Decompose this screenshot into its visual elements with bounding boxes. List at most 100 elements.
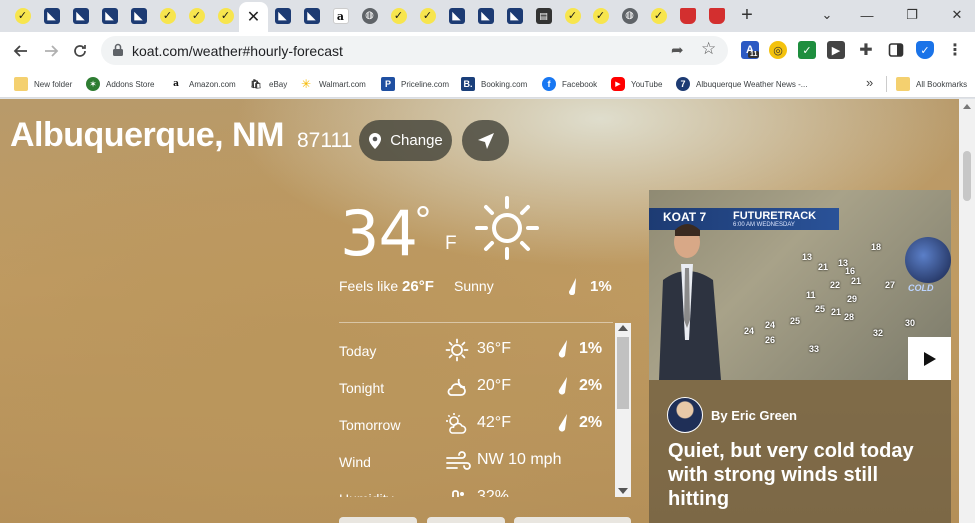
tab-25[interactable] — [702, 4, 731, 28]
all-bookmarks-button[interactable]: All Bookmarks — [896, 75, 967, 93]
extension-honey-icon[interactable]: ◎ — [769, 41, 787, 59]
bookmark-koat[interactable]: 7 Albuquerque Weather News -... — [676, 75, 807, 93]
sun-icon — [475, 196, 539, 260]
scroll-down-arrow-icon[interactable] — [618, 488, 628, 494]
extensions-puzzle-icon[interactable]: ✚ — [857, 41, 875, 59]
extension-check-icon[interactable]: ✓ — [798, 41, 816, 59]
change-label: Change — [390, 132, 443, 149]
tab-11[interactable]: ◣ — [297, 4, 326, 28]
bookmark-amz[interactable]: a Amazon.com — [169, 75, 236, 93]
bookmark-label: Priceline.com — [401, 79, 450, 89]
raindrop-icon — [557, 413, 569, 436]
reload-button[interactable] — [68, 39, 92, 63]
tab-5[interactable]: ◣ — [124, 4, 153, 28]
tab-4[interactable]: ◣ — [95, 4, 124, 28]
bookmark-ebay[interactable]: 🛍 eBay — [249, 75, 287, 93]
tab-12[interactable]: a — [326, 4, 355, 28]
shield-favicon-icon — [708, 8, 725, 24]
tab-20[interactable]: ✓ — [558, 4, 587, 28]
all-bookmarks-label: All Bookmarks — [916, 79, 968, 89]
news-favicon-icon: ◣ — [448, 8, 465, 24]
video-card[interactable]: KOAT 7 FUTURETRACK 6:00 AM WEDNESDAY COL… — [649, 190, 951, 523]
news-favicon-icon: ◣ — [274, 8, 291, 24]
minimize-button[interactable]: — — [852, 4, 882, 26]
tab-22[interactable]: ◍ — [615, 4, 644, 28]
bookmark-booking[interactable]: B. Booking.com — [461, 75, 527, 93]
bookmark-priceline[interactable]: P Priceline.com — [381, 75, 449, 93]
tab-23[interactable]: ✓ — [644, 4, 673, 28]
bookmark-fb[interactable]: f Facebook — [542, 75, 597, 93]
forecast-tab-button-2[interactable] — [427, 517, 505, 523]
bookmark-yt[interactable]: ▶ YouTube — [611, 75, 662, 93]
tab-3[interactable]: ◣ — [66, 4, 95, 28]
tab-14[interactable]: ✓ — [384, 4, 413, 28]
tab-1[interactable]: ✓ — [8, 4, 37, 28]
booking-icon: B. — [461, 77, 475, 91]
video-title: FUTURETRACK — [733, 210, 817, 222]
tab-10[interactable]: ◣ — [268, 4, 297, 28]
extension-translate-icon[interactable]: A 11 — [741, 41, 760, 59]
browser-menu-icon[interactable]: ⋮ — [946, 41, 964, 59]
raindrop-icon — [557, 339, 569, 362]
tab-6[interactable]: ✓ — [153, 4, 182, 28]
forecast-precip: 2% — [579, 377, 603, 394]
map-temperature-label: 21 — [851, 276, 862, 286]
use-my-location-button[interactable] — [462, 120, 509, 161]
scroll-thumb[interactable] — [617, 337, 629, 409]
news-favicon-icon: ◣ — [43, 8, 60, 24]
forecast-tab-button-1[interactable] — [339, 517, 417, 523]
tab-8[interactable]: ✓ — [211, 4, 240, 28]
maximize-button[interactable]: ❐ — [897, 4, 927, 26]
tab-active[interactable]: ✕ — [239, 2, 268, 32]
tab-18[interactable]: ◣ — [500, 4, 529, 28]
scroll-up-arrow-icon[interactable] — [618, 325, 628, 331]
tab-7[interactable]: ✓ — [182, 4, 211, 28]
page-scroll-thumb[interactable] — [963, 151, 971, 201]
tab-24[interactable] — [673, 4, 702, 28]
bookmark-star-icon[interactable]: ☆ — [701, 39, 716, 59]
tab-19[interactable]: ▤ — [529, 4, 558, 28]
tab-16[interactable]: ◣ — [442, 4, 471, 28]
checkmark-favicon-icon: ✓ — [217, 8, 234, 24]
tab-2[interactable]: ◣ — [37, 4, 66, 28]
bookmark-walmart[interactable]: ✳ Walmart.com — [299, 75, 366, 93]
ebay-icon: 🛍 — [249, 77, 263, 91]
tab-15[interactable]: ✓ — [413, 4, 442, 28]
page-scrollbar[interactable] — [959, 99, 975, 523]
address-bar[interactable]: koat.com/weather#hourly-forecast ➦ ☆ — [101, 36, 728, 65]
tab-21[interactable]: ✓ — [586, 4, 615, 28]
play-button[interactable] — [908, 337, 951, 380]
close-tab-icon[interactable]: ✕ — [247, 7, 260, 27]
forward-button[interactable] — [39, 39, 63, 63]
forecast-list[interactable]: Today 36°F 1% Tonight 20°F 2% Tomorrow 42°F 2% Wi… — [339, 323, 631, 497]
sun-icon — [445, 338, 469, 365]
extension-video-icon[interactable]: ▶ — [827, 41, 845, 59]
forecast-scrollbar[interactable] — [615, 323, 631, 497]
page-scroll-up-icon[interactable] — [963, 104, 971, 109]
share-icon[interactable]: ➦ — [671, 41, 684, 59]
bookmarks-more-icon[interactable]: » — [866, 75, 873, 90]
change-location-button[interactable]: Change — [359, 120, 452, 161]
extension-shield-icon[interactable]: ✓ — [916, 41, 934, 59]
tab-search-icon[interactable]: ⌄ — [812, 4, 842, 26]
article-headline[interactable]: Quiet, but very cold today with strong w… — [668, 439, 938, 511]
side-panel-icon[interactable] — [887, 41, 905, 59]
back-button[interactable] — [9, 39, 33, 63]
bookmark-green[interactable]: ✶ Addons Store — [86, 75, 154, 93]
new-tab-button[interactable]: + — [736, 4, 758, 26]
partly-sunny-icon — [445, 412, 469, 439]
map-temperature-label: 22 — [830, 280, 841, 290]
tab-13[interactable]: ◍ — [355, 4, 384, 28]
amazon-icon: a — [332, 8, 349, 24]
bookmark-folder[interactable]: New folder — [14, 75, 72, 93]
city-name: Albuquerque, NM — [10, 116, 284, 154]
forecast-value: 42°F — [477, 414, 511, 431]
article-byline: By Eric Green — [667, 397, 797, 433]
tab-17[interactable]: ◣ — [471, 4, 500, 28]
tab-strip: ✓ ◣ ◣ ◣ ◣ ✓ ✓ ✓ ✕ ◣ ◣ a ◍ ✓ ✓ ◣ ◣ ◣ ▤ ✓ ✓ ◍ ✓ + ⌄ — ❐ ✕ — [0, 0, 975, 32]
video-player[interactable]: KOAT 7 FUTURETRACK 6:00 AM WEDNESDAY COL… — [649, 190, 951, 380]
forecast-tab-button-3[interactable] — [514, 517, 631, 523]
bookmark-label: Walmart.com — [319, 79, 366, 89]
close-window-button[interactable]: ✕ — [942, 4, 972, 26]
author-avatar — [667, 397, 703, 433]
